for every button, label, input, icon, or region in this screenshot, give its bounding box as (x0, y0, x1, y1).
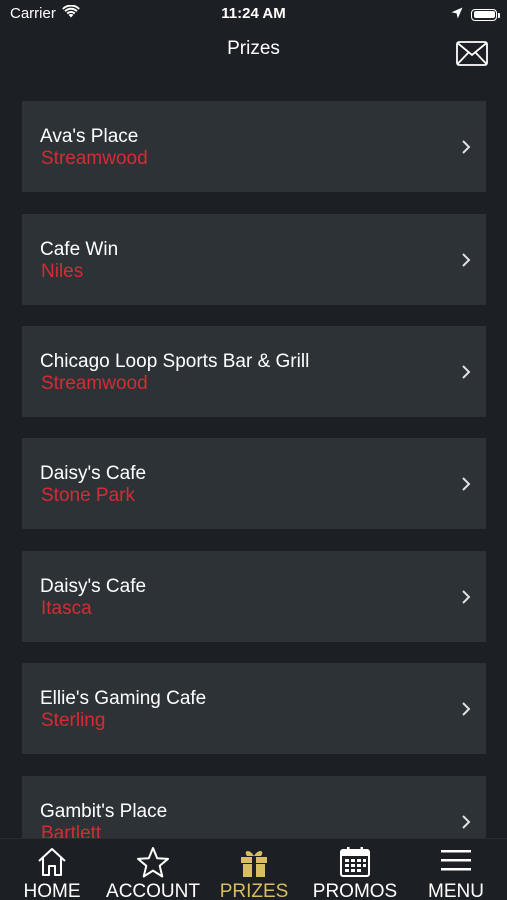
star-icon (137, 847, 169, 878)
location-name: Chicago Loop Sports Bar & Grill (40, 351, 310, 372)
location-city: Streamwood (41, 373, 148, 394)
tab-label: PRIZES (219, 881, 289, 900)
mail-button[interactable] (456, 41, 488, 66)
tab-home[interactable]: HOME (12, 839, 92, 900)
list-item[interactable]: Gambit's Place Bartlett (22, 776, 486, 838)
list-item[interactable]: Ava's Place Streamwood (22, 101, 486, 192)
location-city: Itasca (41, 598, 92, 619)
tab-promos[interactable]: PROMOS (304, 839, 406, 900)
status-bar: Carrier 11:24 AM (0, 0, 507, 28)
location-city: Niles (41, 261, 84, 282)
chevron-right-icon (462, 140, 471, 154)
list-item[interactable]: Daisy's Cafe Itasca (22, 551, 486, 642)
location-city: Bartlett (41, 823, 102, 838)
tab-bar: HOME ACCOUNT PRIZES PROMOS MENU (0, 838, 507, 900)
gift-icon (241, 851, 267, 877)
location-name: Cafe Win (40, 239, 119, 260)
chevron-right-icon (462, 365, 471, 379)
location-city: Streamwood (41, 148, 148, 169)
chevron-right-icon (462, 477, 471, 491)
location-name: Ellie's Gaming Cafe (40, 688, 207, 709)
location-city: Stone Park (41, 485, 135, 506)
prizes-screen: Carrier 11:24 AM Prizes Ava's Place Stre… (0, 0, 507, 900)
chevron-right-icon (462, 253, 471, 267)
tab-prizes[interactable]: PRIZES (210, 839, 298, 900)
location-list: Ava's Place Streamwood Cafe Win Niles Ch… (0, 80, 507, 838)
tab-account[interactable]: ACCOUNT (98, 839, 208, 900)
list-item[interactable]: Cafe Win Niles (22, 214, 486, 305)
list-item[interactable]: Chicago Loop Sports Bar & Grill Streamwo… (22, 326, 486, 417)
location-name: Daisy's Cafe (40, 576, 147, 597)
battery-icon (471, 8, 500, 21)
location-name: Ava's Place (40, 126, 139, 147)
mail-icon (456, 41, 488, 70)
location-name: Gambit's Place (40, 801, 168, 822)
tab-label: ACCOUNT (106, 881, 200, 900)
tab-label: MENU (428, 881, 484, 900)
chevron-right-icon (462, 815, 471, 829)
tab-label: HOME (23, 881, 81, 900)
location-city: Sterling (41, 710, 106, 731)
hamburger-menu-icon (441, 850, 471, 871)
page-title: Prizes (227, 38, 280, 59)
home-icon (38, 848, 66, 876)
chevron-right-icon (462, 702, 471, 716)
nav-bar: Prizes (0, 28, 507, 80)
list-item[interactable]: Daisy's Cafe Stone Park (22, 438, 486, 529)
tab-menu[interactable]: MENU (416, 839, 496, 900)
status-time: 11:24 AM (221, 5, 286, 22)
calendar-icon (340, 847, 370, 877)
location-arrow-icon (451, 6, 463, 23)
chevron-right-icon (462, 590, 471, 604)
tab-label: PROMOS (312, 881, 398, 900)
list-item[interactable]: Ellie's Gaming Cafe Sterling (22, 663, 486, 754)
location-name: Daisy's Cafe (40, 463, 147, 484)
status-right (451, 6, 500, 23)
